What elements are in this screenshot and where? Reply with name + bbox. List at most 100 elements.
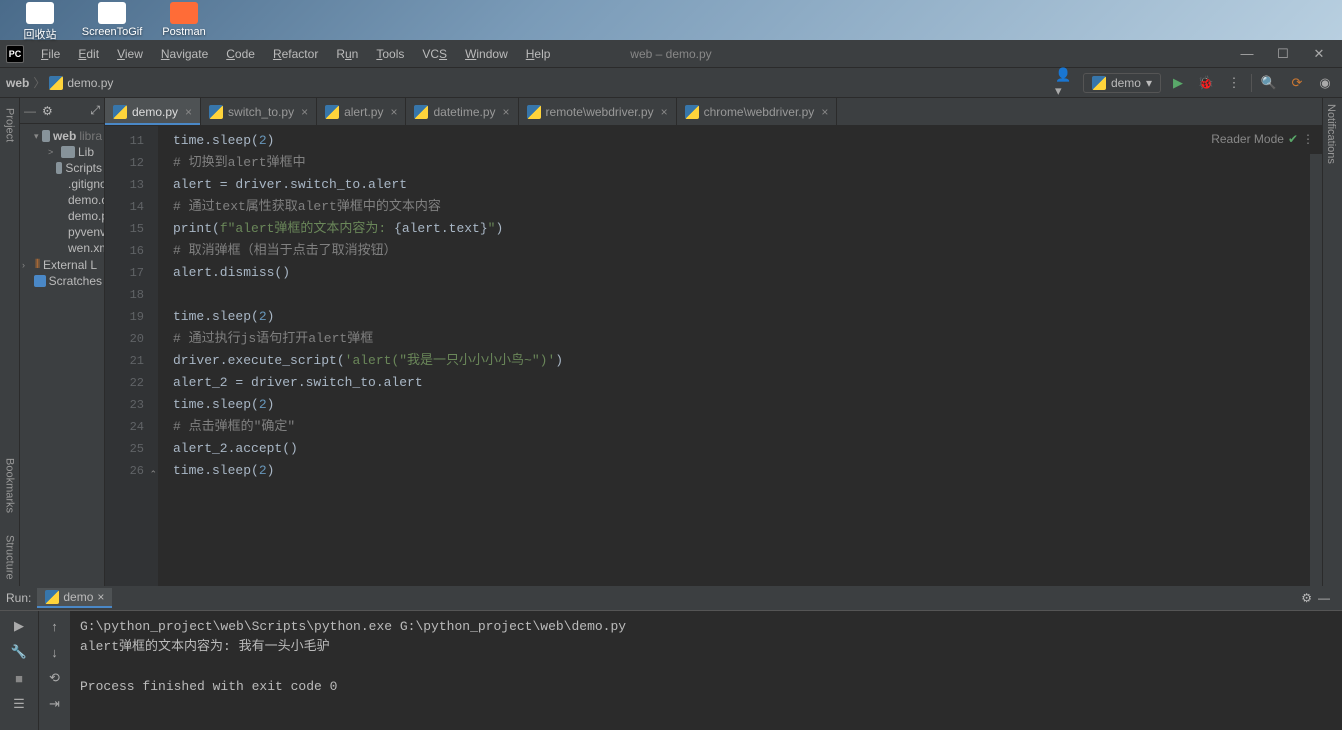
more-icon[interactable]: ⋮ <box>1302 132 1314 146</box>
desktop-icon-recycle[interactable]: 回收站 <box>4 0 76 44</box>
close-tab-icon[interactable]: × <box>821 105 828 119</box>
up-icon[interactable]: ↑ <box>44 615 66 637</box>
window-title: web – demo.py <box>630 47 711 61</box>
menu-window[interactable]: Window <box>458 44 515 64</box>
editor-tab[interactable]: alert.py× <box>317 98 406 125</box>
scroll-end-icon[interactable]: ⇥ <box>44 693 66 715</box>
run-output[interactable]: G:\python_project\web\Scripts\python.exe… <box>70 611 1342 730</box>
editor-tabs: demo.py×switch_to.py×alert.py×datetime.p… <box>105 98 1322 126</box>
notifications-tool-button[interactable]: Notifications <box>1323 98 1339 170</box>
pycharm-logo-icon: PC <box>6 45 24 63</box>
reader-mode-label[interactable]: Reader Mode✔⋮ <box>1211 132 1314 146</box>
close-tab-icon[interactable]: × <box>301 105 308 119</box>
tree-item[interactable]: pyvenv <box>20 224 104 240</box>
tree-item[interactable]: demo.o <box>20 192 104 208</box>
close-button[interactable]: ✕ <box>1302 44 1336 64</box>
menu-refactor[interactable]: Refactor <box>266 44 325 64</box>
python-file-icon <box>325 105 339 119</box>
python-file-icon <box>113 105 127 119</box>
menu-help[interactable]: Help <box>519 44 558 64</box>
python-file-icon <box>209 105 223 119</box>
gutter: 11121314151617181920212223242526⌃ <box>105 126 159 586</box>
python-icon <box>45 590 59 604</box>
breadcrumb: web 〉 demo.py <box>6 74 113 91</box>
collapse-icon[interactable]: — <box>24 104 36 118</box>
editor: demo.py×switch_to.py×alert.py×datetime.p… <box>105 98 1322 586</box>
run-label: Run: <box>6 591 31 605</box>
menu-tools[interactable]: Tools <box>369 44 411 64</box>
search-icon[interactable]: 🔍 <box>1258 72 1280 94</box>
tree-item[interactable]: >Lib <box>20 144 104 160</box>
editor-tab[interactable]: chrome\webdriver.py× <box>677 98 838 125</box>
stop-button[interactable]: ■ <box>8 667 30 689</box>
tree-item[interactable]: wen.xm <box>20 240 104 256</box>
wrench-icon[interactable]: 🔧 <box>8 641 30 663</box>
menu-edit[interactable]: Edit <box>71 44 106 64</box>
close-tab-icon[interactable]: × <box>503 105 510 119</box>
breadcrumb-root[interactable]: web <box>6 76 29 90</box>
expand-icon[interactable]: ⤢ <box>90 103 100 118</box>
tree-item[interactable]: .gitigno <box>20 176 104 192</box>
more-run-icon[interactable]: ⋮ <box>1223 72 1245 94</box>
run-button[interactable]: ▶ <box>1167 72 1189 94</box>
tree-scratches[interactable]: Scratches <box>20 273 104 289</box>
close-tab-icon[interactable]: × <box>390 105 397 119</box>
close-tab-icon[interactable]: × <box>97 590 104 604</box>
project-sidebar: — ⚙ ⤢ ▾web libra >LibScripts.gitignodemo… <box>20 98 105 586</box>
run-hide-icon[interactable]: — <box>1318 591 1330 605</box>
editor-tab[interactable]: switch_to.py× <box>201 98 317 125</box>
toolbar: web 〉 demo.py 👤▾ demo ▾ ▶ 🐞 ⋮ 🔍 ⟳ ◉ <box>0 68 1342 98</box>
filter-icon[interactable]: ☰ <box>8 693 30 715</box>
project-tree: ▾web libra >LibScripts.gitignodemo.odemo… <box>20 124 104 293</box>
tree-external-libs[interactable]: ›⫴ External L <box>20 256 104 273</box>
editor-scrollbar[interactable] <box>1310 154 1322 586</box>
desktop-background: 回收站 ScreenToGif Postman <box>0 0 1342 40</box>
close-tab-icon[interactable]: × <box>661 105 668 119</box>
user-icon[interactable]: 👤▾ <box>1055 72 1077 94</box>
gear-icon[interactable]: ⚙ <box>42 104 53 118</box>
main-menu: File Edit View Navigate Code Refactor Ru… <box>34 44 557 64</box>
soft-wrap-icon[interactable]: ⟲ <box>44 667 66 689</box>
run-gear-icon[interactable]: ⚙ <box>1301 591 1312 605</box>
run-tab[interactable]: demo × <box>37 588 112 608</box>
menu-run[interactable]: Run <box>329 44 365 64</box>
maximize-button[interactable]: ☐ <box>1266 44 1300 64</box>
tree-root[interactable]: ▾web libra <box>20 128 104 144</box>
run-panel: Run: demo × ⚙ — ▶ 🔧 ■ ☰ ↑ ↓ ⟲ ⇥ G:\pytho… <box>0 586 1342 730</box>
debug-button[interactable]: 🐞 <box>1195 72 1217 94</box>
run-config-selector[interactable]: demo ▾ <box>1083 73 1161 93</box>
down-icon[interactable]: ↓ <box>44 641 66 663</box>
python-file-icon <box>414 105 428 119</box>
tree-item[interactable]: Scripts <box>20 160 104 176</box>
right-tool-stripe: Notifications <box>1322 98 1342 586</box>
menu-vcs[interactable]: VCS <box>415 44 454 64</box>
python-file-icon <box>527 105 541 119</box>
chevron-down-icon: ▾ <box>1146 76 1152 90</box>
sync-icon[interactable]: ⟳ <box>1286 72 1308 94</box>
project-tool-button[interactable]: Project <box>2 102 18 148</box>
minimize-button[interactable]: — <box>1230 44 1264 64</box>
structure-tool-button[interactable]: Structure <box>2 529 18 586</box>
breadcrumb-file[interactable]: demo.py <box>67 76 113 90</box>
menu-navigate[interactable]: Navigate <box>154 44 215 64</box>
title-bar: PC File Edit View Navigate Code Refactor… <box>0 40 1342 68</box>
desktop-icon-postman[interactable]: Postman <box>148 0 220 40</box>
python-icon <box>1092 76 1106 90</box>
editor-tab[interactable]: datetime.py× <box>406 98 518 125</box>
python-file-icon <box>685 105 699 119</box>
menu-view[interactable]: View <box>110 44 150 64</box>
menu-code[interactable]: Code <box>219 44 262 64</box>
desktop-icon-screentogif[interactable]: ScreenToGif <box>76 0 148 40</box>
editor-tab[interactable]: remote\webdriver.py× <box>519 98 677 125</box>
tree-item[interactable]: demo.p <box>20 208 104 224</box>
python-file-icon <box>49 76 63 90</box>
bookmarks-tool-button[interactable]: Bookmarks <box>2 452 18 519</box>
editor-tab[interactable]: demo.py× <box>105 98 201 125</box>
left-tool-stripe: Project Bookmarks Structure <box>0 98 20 586</box>
rerun-button[interactable]: ▶ <box>8 615 30 637</box>
check-icon: ✔ <box>1288 132 1298 146</box>
menu-file[interactable]: File <box>34 44 67 64</box>
ide-settings-icon[interactable]: ◉ <box>1314 72 1336 94</box>
close-tab-icon[interactable]: × <box>185 105 192 119</box>
code-editor[interactable]: time.sleep(2)# 切换到alert弹框中alert = driver… <box>159 126 1322 586</box>
